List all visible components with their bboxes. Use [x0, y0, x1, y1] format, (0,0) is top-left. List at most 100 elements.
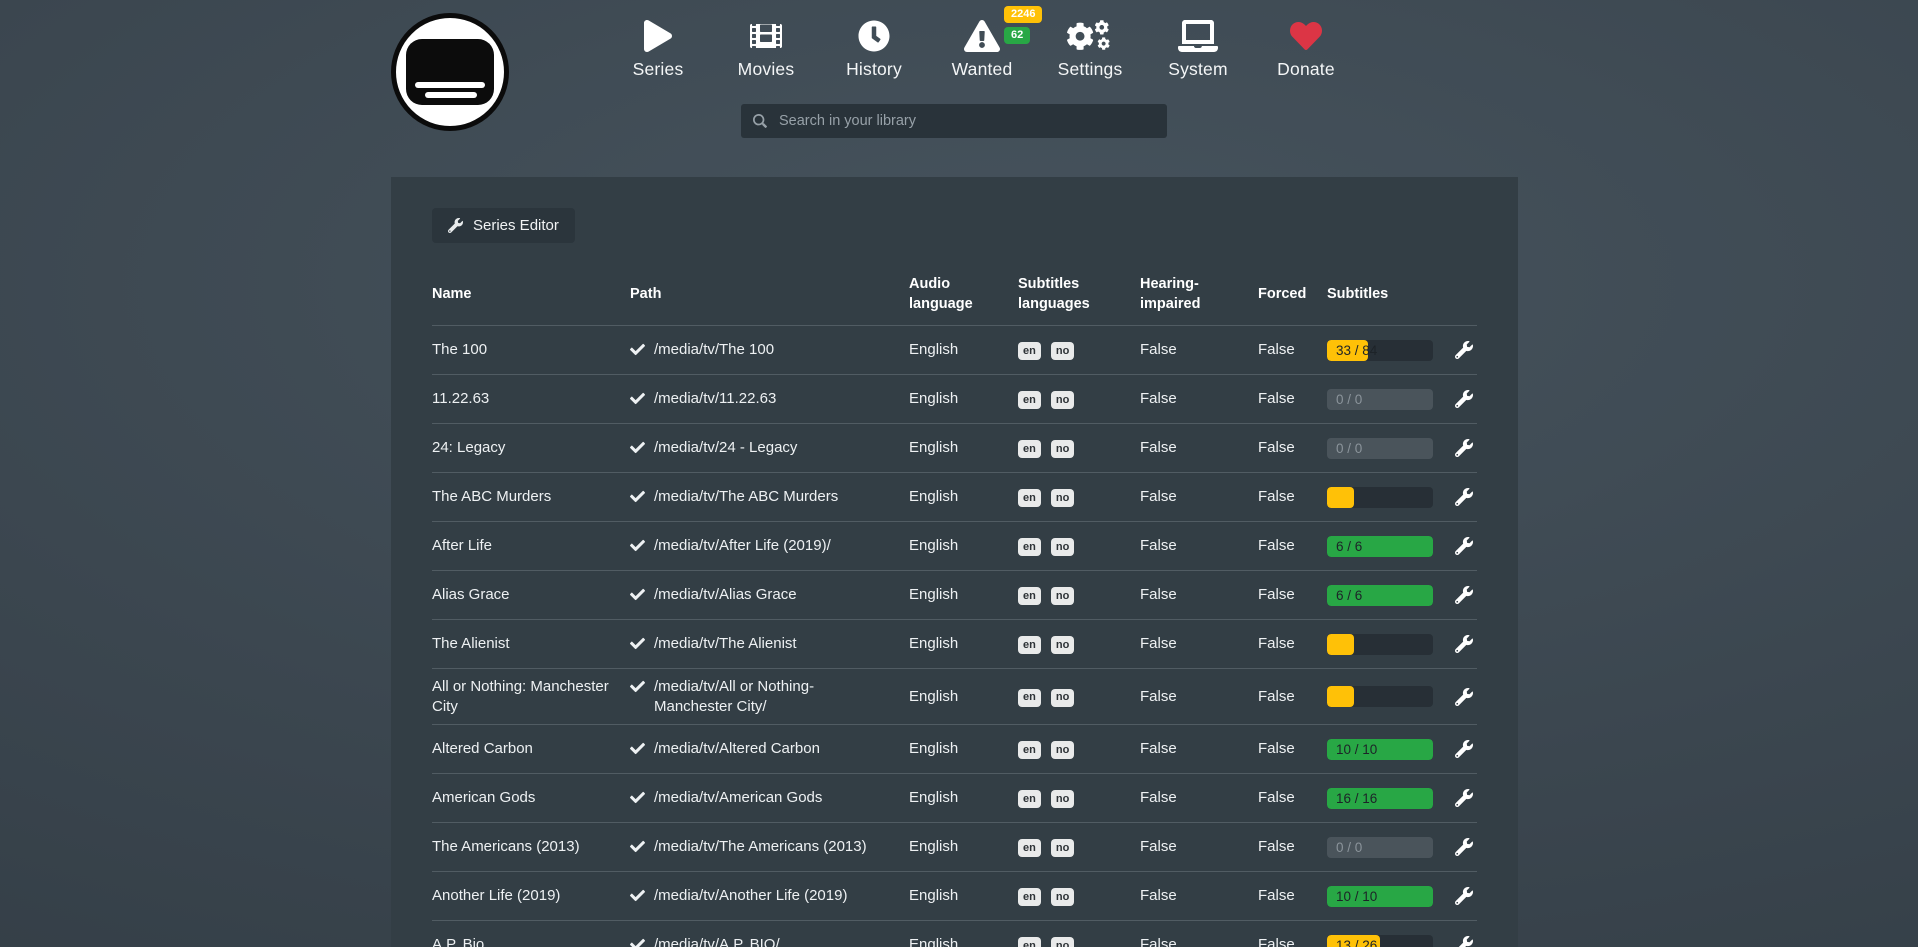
subtitles-progress-label: 10 / 10	[1336, 739, 1377, 760]
subtitles-languages-chips: enno	[1018, 678, 1140, 715]
audio-language-value: English	[909, 479, 1018, 515]
audio-language-value: English	[909, 430, 1018, 466]
series-name[interactable]: Another Life (2019)	[432, 878, 630, 914]
search-bar	[741, 104, 1167, 138]
edit-series-button[interactable]	[1455, 789, 1473, 807]
nav-label: Donate	[1277, 59, 1335, 80]
series-name[interactable]: A.P. Bio	[432, 927, 630, 947]
series-path: /media/tv/All or Nothing- Manchester Cit…	[654, 677, 895, 716]
logo-subtitle-line	[415, 82, 485, 88]
subtitles-languages-chips: enno	[1018, 927, 1140, 947]
nav-item-history[interactable]: History	[820, 16, 928, 80]
subtitles-progress-bar: 16 / 16	[1327, 788, 1433, 809]
check-icon	[630, 489, 645, 504]
audio-language-value: English	[909, 878, 1018, 914]
series-name[interactable]: The Alienist	[432, 626, 630, 662]
series-name[interactable]: 11.22.63	[432, 381, 630, 417]
subtitles-progress-bar: 10 / 10	[1327, 886, 1433, 907]
hearing-impaired-value: False	[1140, 780, 1258, 816]
edit-series-button[interactable]	[1455, 936, 1473, 947]
nav-item-system[interactable]: System	[1144, 16, 1252, 80]
forced-value: False	[1258, 626, 1327, 662]
check-icon	[630, 587, 645, 602]
search-input[interactable]	[777, 112, 1155, 130]
subtitles-languages-chips: enno	[1018, 479, 1140, 516]
table-row: All or Nothing: Manchester City /media/t…	[432, 668, 1477, 724]
subtitles-progress-bar	[1327, 487, 1433, 508]
audio-language-value: English	[909, 577, 1018, 613]
language-chip: en	[1018, 636, 1041, 654]
table-row: A.P. Bio /media/tv/A.P. BIO/ English enn…	[432, 920, 1477, 947]
subtitles-progress-bar	[1327, 686, 1433, 707]
language-chip: en	[1018, 741, 1041, 759]
edit-series-button[interactable]	[1455, 688, 1473, 706]
audio-language-value: English	[909, 780, 1018, 816]
language-chip: no	[1051, 342, 1074, 360]
edit-series-button[interactable]	[1455, 740, 1473, 758]
subtitles-progress-bar: 6 / 6	[1327, 585, 1433, 606]
nav-item-series[interactable]: Series	[604, 16, 712, 80]
edit-series-button[interactable]	[1455, 635, 1473, 653]
audio-language-value: English	[909, 626, 1018, 662]
edit-series-button[interactable]	[1455, 586, 1473, 604]
edit-series-button[interactable]	[1455, 488, 1473, 506]
language-chip: en	[1018, 790, 1041, 808]
language-chip: no	[1051, 689, 1074, 707]
logo-subtitle-line	[425, 92, 477, 98]
language-chip: no	[1051, 888, 1074, 906]
audio-language-value: English	[909, 381, 1018, 417]
series-path: /media/tv/The Americans (2013)	[654, 837, 867, 857]
series-name[interactable]: The 100	[432, 332, 630, 368]
edit-series-button[interactable]	[1455, 390, 1473, 408]
subtitles-progress-label: 0 / 0	[1336, 389, 1362, 410]
nav-item-wanted[interactable]: 224662 Wanted	[928, 16, 1036, 80]
series-name[interactable]: 24: Legacy	[432, 430, 630, 466]
column-header-audio-language: Audio language	[909, 275, 1018, 314]
language-chip: no	[1051, 790, 1074, 808]
wrench-icon	[1455, 537, 1473, 555]
wrench-icon	[448, 218, 463, 233]
nav-label: Movies	[738, 59, 795, 80]
series-path: /media/tv/24 - Legacy	[654, 438, 797, 458]
hearing-impaired-value: False	[1140, 528, 1258, 564]
series-path: /media/tv/The ABC Murders	[654, 487, 838, 507]
edit-series-button[interactable]	[1455, 537, 1473, 555]
subtitles-progress-fill	[1327, 487, 1354, 508]
series-path: /media/tv/The Alienist	[654, 634, 797, 654]
play-icon	[644, 20, 672, 52]
edit-series-button[interactable]	[1455, 838, 1473, 856]
hearing-impaired-value: False	[1140, 829, 1258, 865]
series-name[interactable]: After Life	[432, 528, 630, 564]
wrench-icon	[1455, 488, 1473, 506]
edit-series-button[interactable]	[1455, 341, 1473, 359]
table-row: The 100 /media/tv/The 100 English enno F…	[432, 325, 1477, 374]
series-name[interactable]: The ABC Murders	[432, 479, 630, 515]
language-chip: en	[1018, 689, 1041, 707]
series-name[interactable]: Alias Grace	[432, 577, 630, 613]
series-name[interactable]: The Americans (2013)	[432, 829, 630, 865]
check-icon	[630, 937, 645, 947]
language-chip: en	[1018, 440, 1041, 458]
forced-value: False	[1258, 479, 1327, 515]
forced-value: False	[1258, 577, 1327, 613]
series-name[interactable]: Altered Carbon	[432, 731, 630, 767]
edit-series-button[interactable]	[1455, 439, 1473, 457]
nav-item-movies[interactable]: Movies	[712, 16, 820, 80]
subtitles-progress-bar	[1327, 634, 1433, 655]
check-icon	[630, 790, 645, 805]
subtitles-progress-label: 0 / 0	[1336, 837, 1362, 858]
series-editor-button[interactable]: Series Editor	[432, 208, 575, 243]
nav-item-settings[interactable]: Settings	[1036, 16, 1144, 80]
series-name[interactable]: All or Nothing: Manchester City	[432, 669, 630, 724]
series-name[interactable]: American Gods	[432, 780, 630, 816]
table-row: The Alienist /media/tv/The Alienist Engl…	[432, 619, 1477, 668]
forced-value: False	[1258, 430, 1327, 466]
nav-item-donate[interactable]: Donate	[1252, 16, 1360, 80]
check-icon	[630, 342, 645, 357]
edit-series-button[interactable]	[1455, 887, 1473, 905]
hearing-impaired-value: False	[1140, 878, 1258, 914]
forced-value: False	[1258, 927, 1327, 947]
hearing-impaired-value: False	[1140, 332, 1258, 368]
bazarr-logo[interactable]	[391, 13, 509, 131]
check-icon	[630, 538, 645, 553]
